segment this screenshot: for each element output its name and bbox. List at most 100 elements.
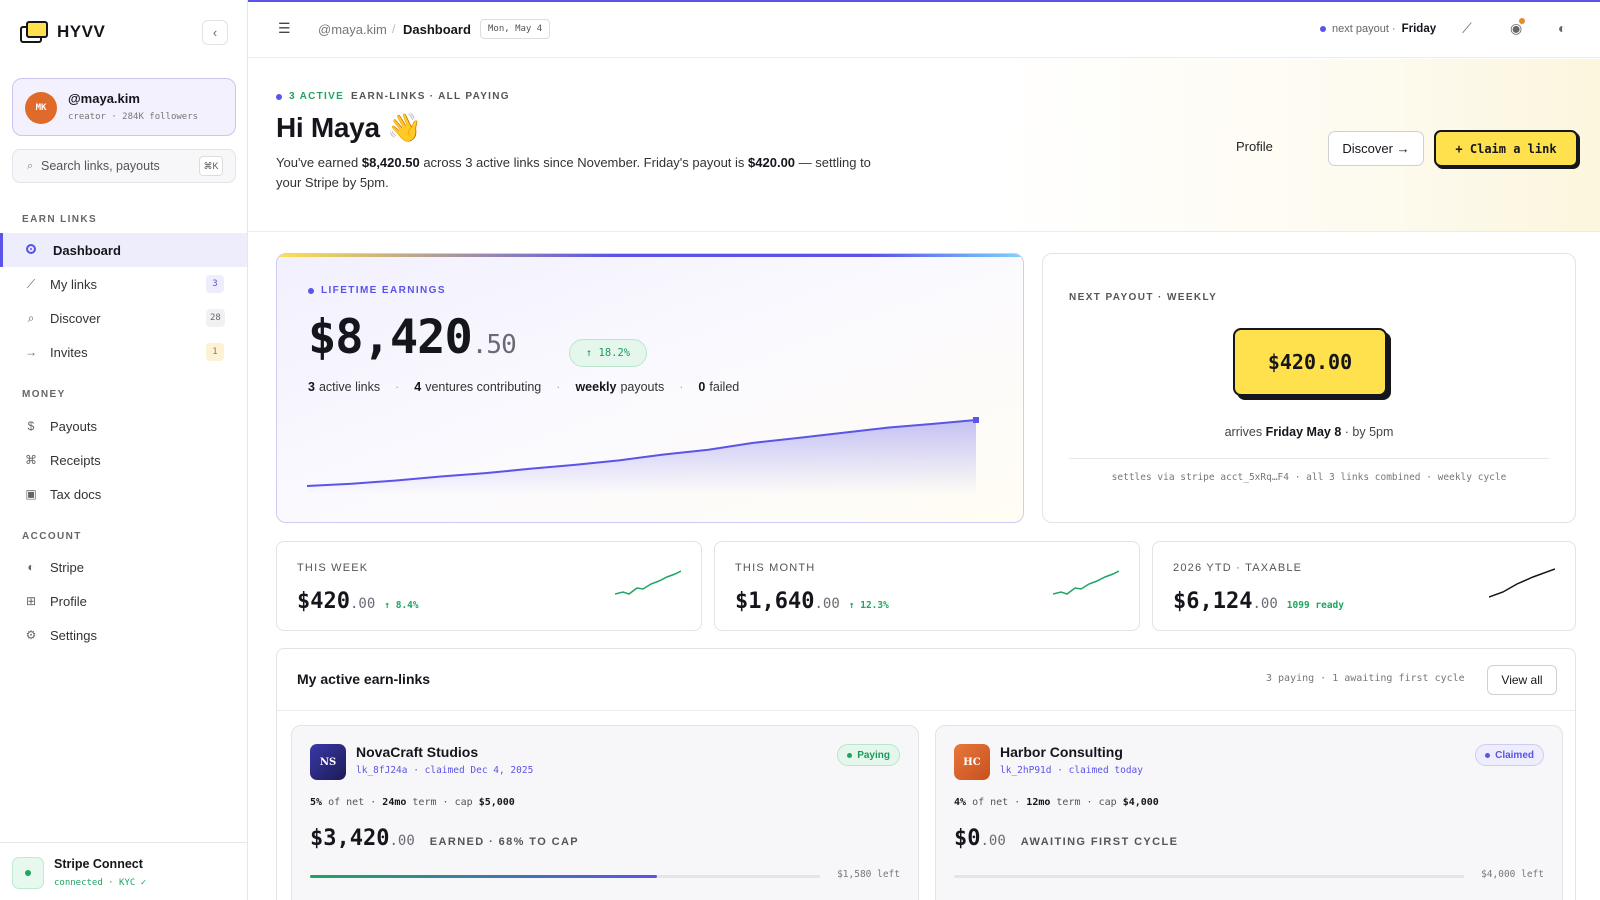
topbar: ☰ @maya.kim / Dashboard Mon, May 4 next … (248, 2, 1600, 58)
status-dot-icon (276, 93, 282, 100)
collapse-sidebar-button[interactable]: ‹ (202, 20, 228, 45)
section-earn-links: EARN LINKS (22, 214, 98, 225)
link-id[interactable]: lk_8fJ24a · claimed Dec 4, 2025 (356, 765, 533, 776)
earned-amount: $3,420.00 EARNED · 68% TO CAP (310, 826, 580, 851)
hero-description: You've earned $8,420.50 across 3 active … (276, 155, 871, 190)
target-icon (24, 243, 38, 257)
section-money: MONEY (22, 389, 66, 400)
sidebar-item-receipts[interactable]: ⌘ Receipts (0, 443, 247, 477)
discover-button[interactable]: Discover → (1328, 131, 1424, 166)
stat-card-this-month: THIS MONTH $1,640.00 ↑ 12.3% (714, 541, 1140, 631)
earn-link-card[interactable]: HC Harbor Consulting lk_2hP91d · claimed… (935, 725, 1563, 900)
sidebar-item-label: Tax docs (50, 486, 102, 502)
link-id[interactable]: lk_2hP91d · claimed today (1000, 765, 1143, 776)
sidebar-item-label: Receipts (50, 452, 101, 468)
external-link-icon[interactable]: ⟋ (1462, 20, 1472, 37)
sparkline (1489, 568, 1555, 598)
active-earn-links-panel: My active earn-links 3 paying · 1 awaiti… (276, 648, 1576, 900)
hero: 3 ACTIVE EARN-LINKS · ALL PAYING Hi Maya… (248, 59, 1600, 232)
section-account: ACCOUNT (22, 531, 82, 542)
company-name: NovaCraft Studios (356, 744, 479, 760)
stripe-title: Stripe Connect (54, 857, 143, 871)
user-handle: @maya.kim (68, 91, 140, 106)
payout-day: Friday (1401, 23, 1437, 35)
lifetime-earnings-card: LIFETIME EARNINGS $8,420.50 ↑ 18.2% 3 act… (276, 253, 1024, 523)
growth-badge: ↑ 18.2% (569, 339, 647, 367)
brand[interactable]: HYVV (20, 18, 105, 46)
company-logo: NS (310, 744, 346, 780)
sidebar-item-invites[interactable]: → Invites 1 (0, 335, 247, 369)
sparkline (1053, 570, 1119, 595)
divider (1069, 458, 1549, 459)
cap-progress-bar (310, 875, 820, 878)
kicker-text: EARN-LINKS · ALL PAYING (351, 91, 510, 102)
active-count: 3 ACTIVE (289, 91, 345, 102)
sidebar-item-settings[interactable]: ⚙ Settings (0, 618, 247, 652)
link-icon: ⟋ (26, 276, 36, 291)
brand-name: HYVV (57, 22, 106, 41)
stat-payout-frequency: weekly payouts (575, 380, 665, 394)
sidebar: HYVV ‹ MK @maya.kim creator · 284K follo… (0, 0, 248, 900)
lifetime-amount: $8,420.50 (308, 310, 517, 365)
breadcrumb-separator: / (392, 22, 396, 36)
claim-link-button[interactable]: + Claim a link (1434, 130, 1578, 167)
search-input[interactable]: Search links, payouts (41, 159, 160, 173)
menu-icon[interactable]: ☰ (278, 20, 291, 37)
company-name: Harbor Consulting (1000, 744, 1123, 760)
sparkline (615, 570, 681, 595)
view-all-button[interactable]: View all (1487, 665, 1557, 695)
stat-value: $1,640.00 ↑ 12.3% (735, 589, 889, 614)
remaining-amount: $4,000 left (1481, 869, 1544, 880)
stat-failed: 0 failed (698, 380, 740, 394)
status-dot-icon (1320, 26, 1326, 32)
sidebar-item-stripe[interactable]: ◐ Stripe (0, 550, 247, 584)
lifetime-stats: 3 active links · 4 ventures contributing ·… (308, 380, 740, 394)
remaining-amount: $1,580 left (837, 869, 900, 880)
cap-progress-bar (954, 875, 1464, 878)
profile-button[interactable]: Profile (1236, 139, 1273, 154)
sidebar-item-tax-docs[interactable]: ▣ Tax docs (0, 477, 247, 511)
status-badge: Claimed (1475, 744, 1544, 766)
breadcrumb-user[interactable]: @maya.kim (318, 22, 387, 37)
theme-toggle-icon[interactable]: ◐ (1558, 20, 1566, 36)
half-circle-icon: ◐ (27, 560, 35, 574)
earn-link-card[interactable]: NS NovaCraft Studios lk_8fJ24a · claimed… (291, 725, 919, 900)
dollar-icon: $ (27, 419, 35, 433)
sidebar-item-label: Discover (50, 310, 101, 326)
sidebar-item-profile[interactable]: ⊞ Profile (0, 584, 247, 618)
sidebar-item-label: Invites (50, 344, 88, 360)
stat-label: THIS WEEK (297, 562, 369, 574)
stat-value: $420.00 ↑ 8.4% (297, 589, 419, 614)
sidebar-item-label: My links (50, 276, 97, 292)
search-icon: ⌕ (27, 310, 35, 325)
chevron-left-icon: ‹ (212, 25, 218, 40)
sidebar-item-dashboard[interactable]: Dashboard (0, 233, 247, 267)
sidebar-item-label: Settings (50, 627, 97, 643)
divider (277, 710, 1575, 711)
breadcrumb-page: Dashboard (403, 22, 471, 37)
stat-ventures: 4 ventures contributing (414, 380, 542, 394)
sidebar-item-my-links[interactable]: ⟋ My links 3 (0, 267, 247, 301)
company-logo: HC (954, 744, 990, 780)
link-terms: 4% of net · 12mo term · cap $4,000 (954, 797, 1159, 808)
sidebar-item-label: Dashboard (53, 242, 121, 258)
sidebar-item-payouts[interactable]: $ Payouts (0, 409, 247, 443)
stripe-connect-status[interactable]: Stripe Connect connected · KYC ✓ (0, 842, 247, 900)
links-summary: 3 paying · 1 awaiting first cycle (1266, 673, 1465, 684)
avatar: MK (25, 92, 57, 124)
stat-card-this-week: THIS WEEK $420.00 ↑ 8.4% (276, 541, 702, 631)
notifications-icon[interactable]: ◉ (1510, 18, 1526, 37)
status-badge: Paying (837, 744, 900, 766)
link-terms: 5% of net · 24mo term · cap $5,000 (310, 797, 515, 808)
search-box[interactable]: ⌕ Search links, payouts ⌘K (12, 149, 236, 183)
payout-label: next payout · (1332, 23, 1396, 35)
sidebar-item-discover[interactable]: ⌕ Discover 28 (0, 301, 247, 335)
payout-footnote: settles via stripe acct_5xRq…F4 · all 3 … (1111, 472, 1507, 483)
document-icon: ▣ (25, 487, 37, 501)
arrival-text: arrives Friday May 8 · by 5pm (1224, 425, 1394, 439)
section-title: My active earn-links (297, 671, 431, 687)
next-payout-indicator: next payout · Friday (1320, 23, 1436, 35)
lifetime-label: LIFETIME EARNINGS (308, 285, 446, 296)
badge: 3 (206, 275, 224, 293)
user-card[interactable]: MK @maya.kim creator · 284K followers (12, 78, 236, 136)
